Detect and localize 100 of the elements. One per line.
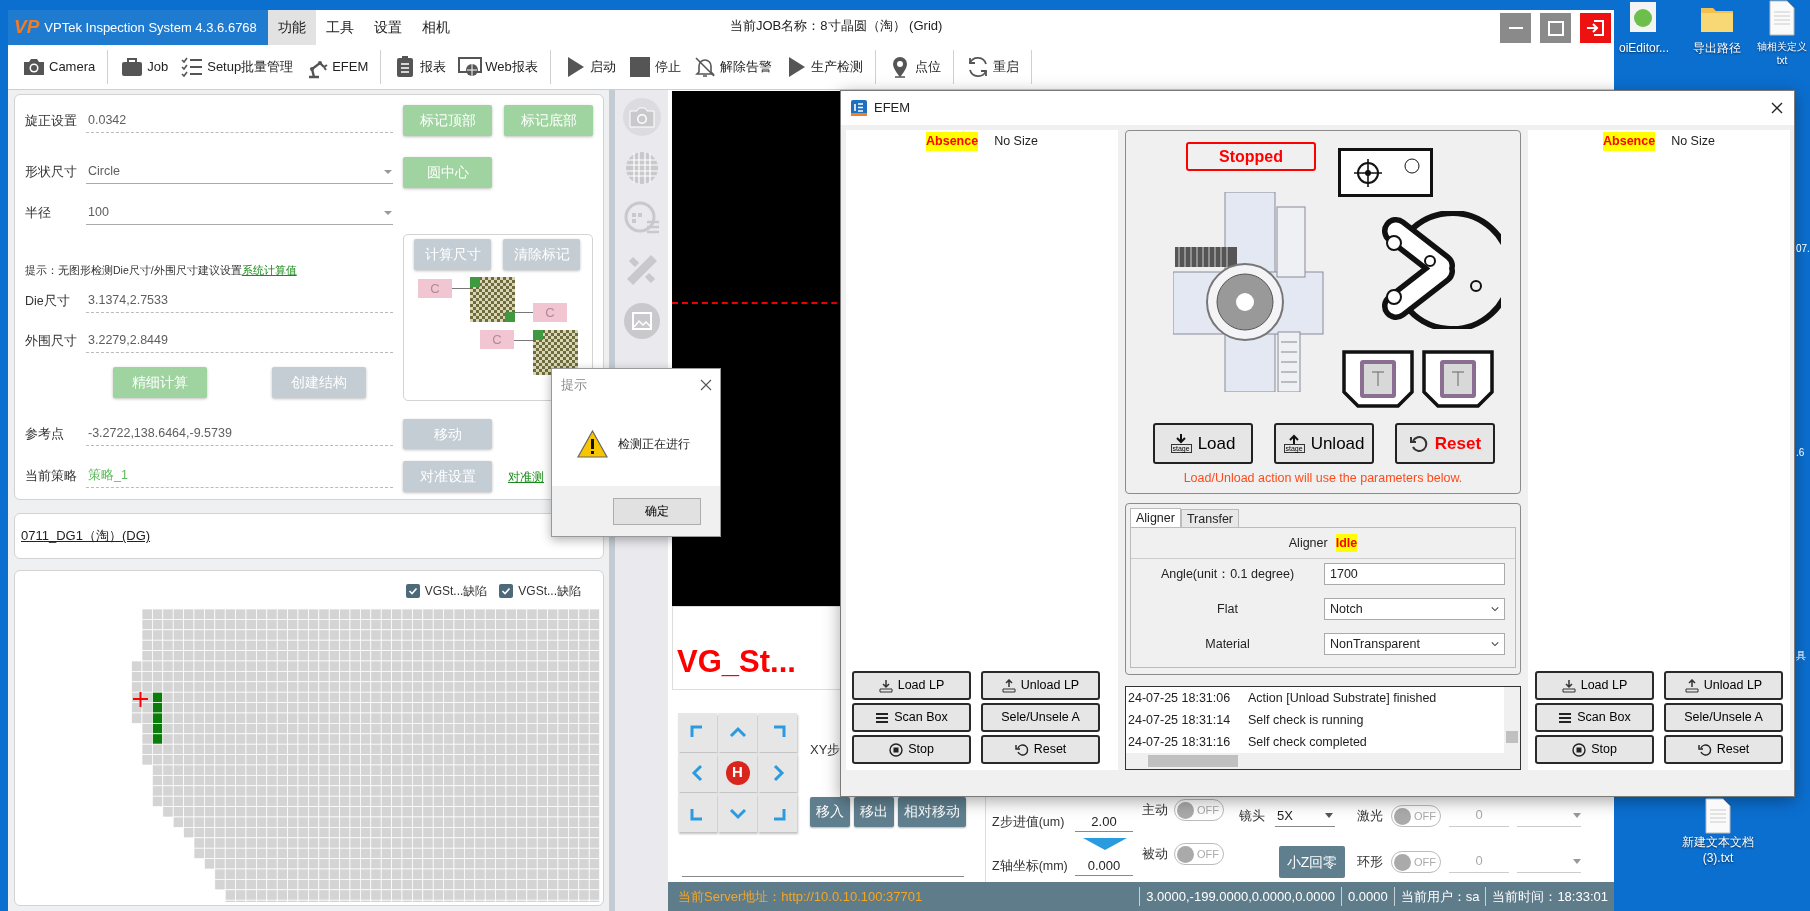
- dropdown[interactable]: 100: [86, 201, 393, 225]
- checkbox-label[interactable]: VGSt...缺陷: [518, 582, 581, 600]
- port-button[interactable]: Stop: [852, 735, 971, 764]
- caret-icon: [1491, 606, 1499, 612]
- checkbox-label[interactable]: VGSt...缺陷: [424, 582, 488, 600]
- ok-button[interactable]: 确定: [613, 497, 701, 525]
- toolbar-button[interactable]: 解除告警: [686, 55, 778, 79]
- menu-item[interactable]: 相机: [412, 10, 460, 45]
- maximize-button[interactable]: [1540, 13, 1571, 43]
- toolbar-button[interactable]: 报表: [387, 55, 453, 79]
- text-field[interactable]: 3.1374,2.7533: [86, 289, 393, 313]
- port-button[interactable]: Unload LP: [981, 671, 1100, 700]
- image-icon[interactable]: [622, 302, 661, 340]
- app-logo: VP: [14, 15, 40, 40]
- port-button[interactable]: Stop: [1535, 735, 1654, 764]
- current-time: 当前时间：18:33:01: [1485, 886, 1614, 907]
- recipe-link[interactable]: 0711_DG1（淘）(DG): [21, 526, 151, 546]
- toolbar-button[interactable]: 停止: [621, 55, 687, 79]
- z-zero-button[interactable]: 小Z回零: [1279, 846, 1345, 878]
- leader-line: [452, 288, 470, 289]
- dialog-title: 提示: [561, 376, 587, 394]
- text-field[interactable]: 0.0342: [86, 109, 393, 133]
- tab[interactable]: Transfer: [1180, 509, 1239, 527]
- undo-icon: [1408, 433, 1429, 454]
- desktop-icon-label[interactable]: .6: [1796, 445, 1805, 460]
- vertical-scrollbar[interactable]: [1504, 687, 1520, 753]
- input-field[interactable]: 1700: [1324, 563, 1505, 585]
- home-button[interactable]: H: [718, 753, 757, 792]
- port-button[interactable]: Scan Box: [852, 703, 971, 732]
- hint-text: 提示：无图形检测Die尺寸/外围尺寸建议设置系统计算值: [25, 263, 298, 278]
- move-up-left-button[interactable]: [678, 713, 717, 752]
- tray-up-icon: [1001, 678, 1016, 693]
- checklist-icon: [180, 55, 205, 79]
- aligner-status: Idle: [1335, 533, 1358, 553]
- toolbar-button[interactable]: Job: [114, 55, 175, 79]
- text-field[interactable]: -3.2722,138.6464,-9.5739: [86, 422, 393, 446]
- menu-item[interactable]: 功能: [268, 10, 316, 45]
- port-button[interactable]: Reset: [981, 735, 1100, 764]
- number-field[interactable]: 2.00: [1075, 811, 1133, 833]
- menu-icon: [875, 710, 890, 725]
- field-label: 旋正设置: [25, 112, 78, 130]
- move-left-button[interactable]: [678, 753, 717, 792]
- minimize-button[interactable]: [1500, 13, 1531, 43]
- checkbox[interactable]: [405, 584, 420, 598]
- desktop-icon-label[interactable]: 具: [1796, 648, 1806, 663]
- leader-line: [515, 312, 533, 313]
- checkbox[interactable]: [499, 584, 514, 598]
- field-label: Die尺寸: [25, 292, 71, 310]
- text-field[interactable]: 3.2279,2.8449: [86, 329, 393, 353]
- desktop-icon-label[interactable]: 导出路径: [1693, 40, 1741, 57]
- toolbar-button[interactable]: EFEM: [299, 55, 375, 79]
- move-down-left-button[interactable]: [678, 793, 717, 832]
- tab[interactable]: Aligner: [1130, 508, 1181, 527]
- field-label: 激光: [1357, 807, 1383, 825]
- port-button[interactable]: Sele/Unsele A: [981, 703, 1100, 732]
- size-status: No Size: [994, 133, 1038, 150]
- exit-button[interactable]: [1580, 13, 1611, 43]
- port-button[interactable]: Reset: [1664, 735, 1783, 764]
- move-up-right-button[interactable]: [758, 713, 797, 752]
- toolbar-button[interactable]: 重启: [959, 55, 1025, 79]
- toolbar-button[interactable]: Camera: [16, 55, 102, 79]
- log-entry: 24-07-25 18:31:14 Self check is running: [1127, 711, 1365, 729]
- move-button[interactable]: 移入: [810, 796, 850, 827]
- log-entry: 24-07-25 18:31:06 Action [Unload Substrate] finished: [1127, 689, 1438, 707]
- menu-item[interactable]: 工具: [316, 10, 364, 45]
- desktop-icon-label[interactable]: oiEditor...: [1619, 40, 1669, 57]
- close-icon[interactable]: [700, 379, 712, 391]
- move-down-right-button[interactable]: [758, 793, 797, 832]
- caret-icon: [1325, 813, 1333, 818]
- select-field[interactable]: Notch: [1324, 598, 1505, 620]
- toolbar-button[interactable]: 生产检测: [777, 55, 869, 79]
- desktop-icon-label[interactable]: 轴相关定义 txt: [1756, 40, 1808, 67]
- number-field[interactable]: 0.000: [1075, 855, 1133, 877]
- desktop-icon-label[interactable]: 07.: [1796, 241, 1810, 256]
- port-button[interactable]: Unload LP: [1664, 671, 1783, 700]
- select-field[interactable]: NonTransparent: [1324, 633, 1505, 655]
- port-button[interactable]: Sele/Unsele A: [1664, 703, 1783, 732]
- port-button[interactable]: Load LP: [852, 671, 971, 700]
- align-test-link[interactable]: 对准测: [508, 467, 544, 486]
- toolbar-button[interactable]: Setup批量管理: [174, 55, 300, 79]
- dropdown[interactable]: 5X: [1275, 805, 1335, 827]
- menu-item[interactable]: 设置: [364, 10, 412, 45]
- toolbar-button[interactable]: 启动: [556, 55, 622, 79]
- move-button[interactable]: 相对移动: [898, 796, 966, 827]
- camera-icon[interactable]: [622, 98, 661, 136]
- dropdown[interactable]: Circle: [86, 160, 393, 184]
- check-mark-icon: [407, 586, 418, 596]
- move-down-button[interactable]: [718, 793, 757, 832]
- toolbar-button[interactable]: Web报表: [452, 55, 544, 79]
- move-right-button[interactable]: [758, 753, 797, 792]
- down-triangle-icon[interactable]: [1083, 838, 1127, 850]
- close-icon[interactable]: [1770, 101, 1784, 115]
- port-button[interactable]: Scan Box: [1535, 703, 1654, 732]
- hint-link[interactable]: 系统计算值: [241, 264, 297, 276]
- horizontal-scrollbar[interactable]: [1126, 753, 1520, 769]
- move-up-button[interactable]: [718, 713, 757, 752]
- move-button[interactable]: 移出: [854, 796, 894, 827]
- desktop-icon-label[interactable]: 新建文本文档 (3).txt: [1676, 834, 1760, 867]
- port-button[interactable]: Load LP: [1535, 671, 1654, 700]
- toolbar-button[interactable]: 点位: [881, 55, 947, 79]
